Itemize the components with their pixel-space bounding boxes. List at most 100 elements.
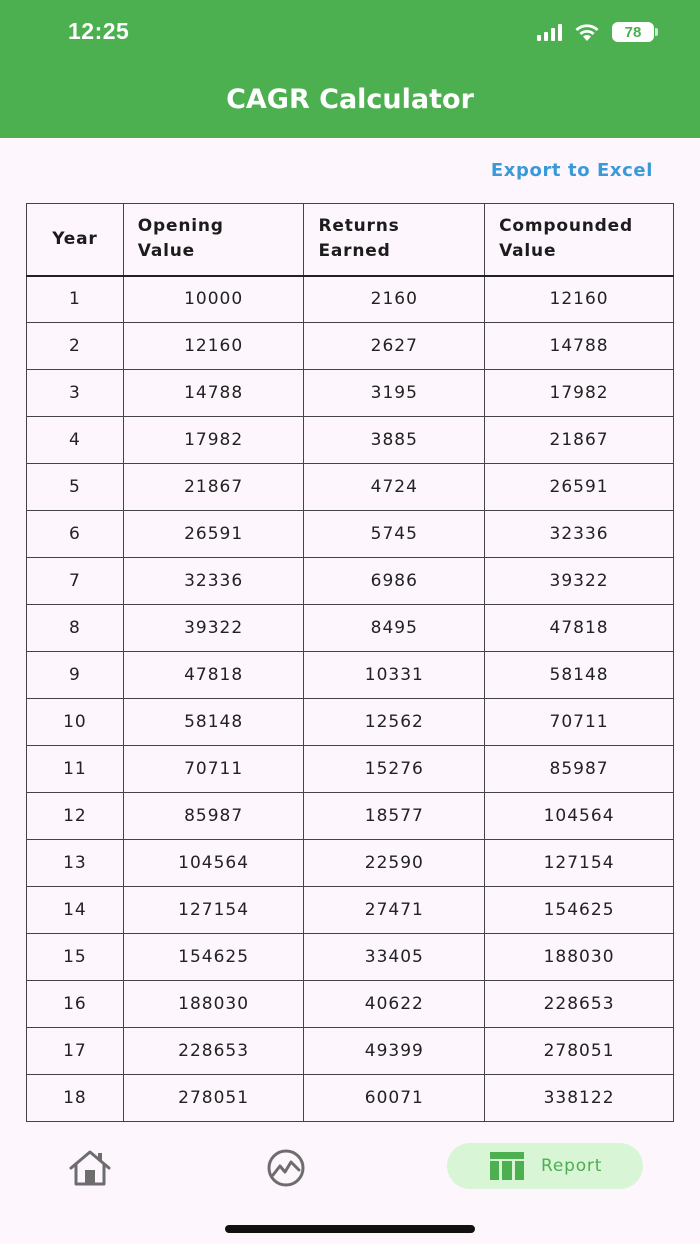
table-row: 18 278051 60071 338122 — [26, 1074, 674, 1122]
battery-icon: 78 — [612, 22, 658, 42]
cell-compounded-value: 32336 — [484, 510, 674, 558]
cell-returns-earned: 12562 — [303, 698, 486, 746]
cell-opening-value: 14788 — [122, 369, 305, 417]
cell-compounded-value: 85987 — [484, 745, 674, 793]
cell-year: 3 — [26, 369, 124, 417]
app-header: 12:25 78 CAGR Calculator — [0, 0, 700, 138]
table-row: 4 17982 3885 21867 — [26, 416, 674, 464]
cell-returns-earned: 5745 — [303, 510, 486, 558]
table-header-row: Year Opening Value Returns Earned Compound… — [26, 203, 674, 277]
cell-compounded-value: 70711 — [484, 698, 674, 746]
cell-year: 4 — [26, 416, 124, 464]
table-row: 7 32336 6986 39322 — [26, 557, 674, 605]
cell-year: 2 — [26, 322, 124, 370]
cell-year: 9 — [26, 651, 124, 699]
cell-returns-earned: 18577 — [303, 792, 486, 840]
cell-opening-value: 127154 — [122, 886, 305, 934]
home-indicator — [225, 1225, 475, 1233]
cell-returns-earned: 33405 — [303, 933, 486, 981]
cell-compounded-value: 58148 — [484, 651, 674, 699]
table-row: 10 58148 12562 70711 — [26, 698, 674, 746]
bottom-nav: Report — [0, 1122, 700, 1244]
cell-year: 6 — [26, 510, 124, 558]
cellular-signal-icon — [537, 23, 562, 41]
cell-opening-value: 21867 — [122, 463, 305, 511]
table-row: 3 14788 3195 17982 — [26, 369, 674, 417]
nav-report-button[interactable]: Report — [447, 1143, 643, 1189]
cell-year: 17 — [26, 1027, 124, 1075]
cell-compounded-value: 47818 — [484, 604, 674, 652]
cell-year: 5 — [26, 463, 124, 511]
cell-opening-value: 70711 — [122, 745, 305, 793]
cell-returns-earned: 2160 — [303, 275, 486, 323]
status-icons: 78 — [537, 22, 658, 42]
cell-compounded-value: 154625 — [484, 886, 674, 934]
cell-compounded-value: 39322 — [484, 557, 674, 605]
cell-compounded-value: 21867 — [484, 416, 674, 464]
table-row: 9 47818 10331 58148 — [26, 651, 674, 699]
cell-opening-value: 58148 — [122, 698, 305, 746]
cell-opening-value: 85987 — [122, 792, 305, 840]
cell-compounded-value: 26591 — [484, 463, 674, 511]
cagr-report-table: Year Opening Value Returns Earned Compound… — [26, 203, 674, 1122]
cell-opening-value: 154625 — [122, 933, 305, 981]
export-to-excel-link[interactable]: Export to Excel — [491, 160, 653, 181]
cell-opening-value: 17982 — [122, 416, 305, 464]
cell-year: 1 — [26, 275, 124, 323]
chart-icon — [267, 1149, 305, 1187]
cell-compounded-value: 104564 — [484, 792, 674, 840]
cell-returns-earned: 40622 — [303, 980, 486, 1028]
cell-year: 14 — [26, 886, 124, 934]
header-compounded-value: Compounded Value — [484, 203, 674, 277]
cell-opening-value: 104564 — [122, 839, 305, 887]
table-row: 15 154625 33405 188030 — [26, 933, 674, 981]
table-row: 17 228653 49399 278051 — [26, 1027, 674, 1075]
cell-compounded-value: 14788 — [484, 322, 674, 370]
wifi-icon — [575, 24, 599, 41]
table-body: 1 10000 2160 12160 2 12160 2627 14788 3 14788 3195… — [26, 275, 674, 1122]
cell-year: 12 — [26, 792, 124, 840]
nav-chart-button[interactable] — [264, 1148, 308, 1188]
cell-returns-earned: 15276 — [303, 745, 486, 793]
cell-returns-earned: 3195 — [303, 369, 486, 417]
cell-returns-earned: 60071 — [303, 1074, 486, 1122]
cell-opening-value: 188030 — [122, 980, 305, 1028]
cell-year: 7 — [26, 557, 124, 605]
header-returns-earned: Returns Earned — [303, 203, 486, 277]
nav-report-label: Report — [541, 1156, 603, 1176]
home-icon — [69, 1150, 111, 1186]
battery-level: 78 — [624, 23, 642, 41]
cell-year: 10 — [26, 698, 124, 746]
cell-compounded-value: 338122 — [484, 1074, 674, 1122]
cell-year: 16 — [26, 980, 124, 1028]
table-row: 2 12160 2627 14788 — [26, 322, 674, 370]
cell-opening-value: 278051 — [122, 1074, 305, 1122]
cell-opening-value: 26591 — [122, 510, 305, 558]
table-row: 12 85987 18577 104564 — [26, 792, 674, 840]
cell-compounded-value: 127154 — [484, 839, 674, 887]
cell-returns-earned: 22590 — [303, 839, 486, 887]
cell-opening-value: 39322 — [122, 604, 305, 652]
header-year: Year — [26, 203, 124, 277]
cell-returns-earned: 2627 — [303, 322, 486, 370]
nav-home-button[interactable] — [66, 1148, 114, 1188]
table-row: 11 70711 15276 85987 — [26, 745, 674, 793]
cell-year: 18 — [26, 1074, 124, 1122]
table-icon — [490, 1152, 524, 1180]
cell-compounded-value: 278051 — [484, 1027, 674, 1075]
status-time: 12:25 — [68, 18, 130, 44]
cell-year: 15 — [26, 933, 124, 981]
cell-returns-earned: 10331 — [303, 651, 486, 699]
table-row: 5 21867 4724 26591 — [26, 463, 674, 511]
cell-year: 8 — [26, 604, 124, 652]
cell-year: 11 — [26, 745, 124, 793]
table-row: 13 104564 22590 127154 — [26, 839, 674, 887]
cell-returns-earned: 4724 — [303, 463, 486, 511]
cell-compounded-value: 228653 — [484, 980, 674, 1028]
table-row: 8 39322 8495 47818 — [26, 604, 674, 652]
cell-year: 13 — [26, 839, 124, 887]
table-row: 1 10000 2160 12160 — [26, 275, 674, 323]
cell-compounded-value: 17982 — [484, 369, 674, 417]
table-row: 6 26591 5745 32336 — [26, 510, 674, 558]
cell-returns-earned: 27471 — [303, 886, 486, 934]
